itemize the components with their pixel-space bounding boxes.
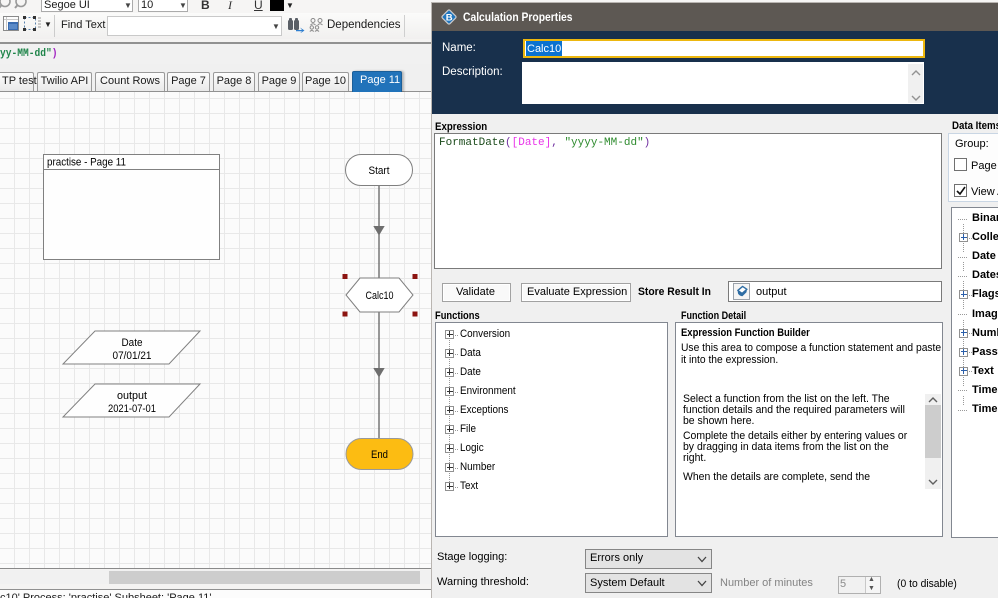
svg-text:End: End [371, 449, 388, 461]
svg-text:practise - Page 11: practise - Page 11 [47, 157, 126, 169]
svg-text:07/01/21: 07/01/21 [113, 350, 152, 362]
svg-text:Start: Start [369, 165, 390, 177]
svg-text:Date: Date [122, 337, 143, 349]
svg-text:2021-07-01: 2021-07-01 [108, 403, 156, 415]
svg-text:Calc10: Calc10 [366, 290, 394, 302]
svg-text:output: output [117, 390, 147, 402]
svg-text:B: B [446, 13, 453, 24]
